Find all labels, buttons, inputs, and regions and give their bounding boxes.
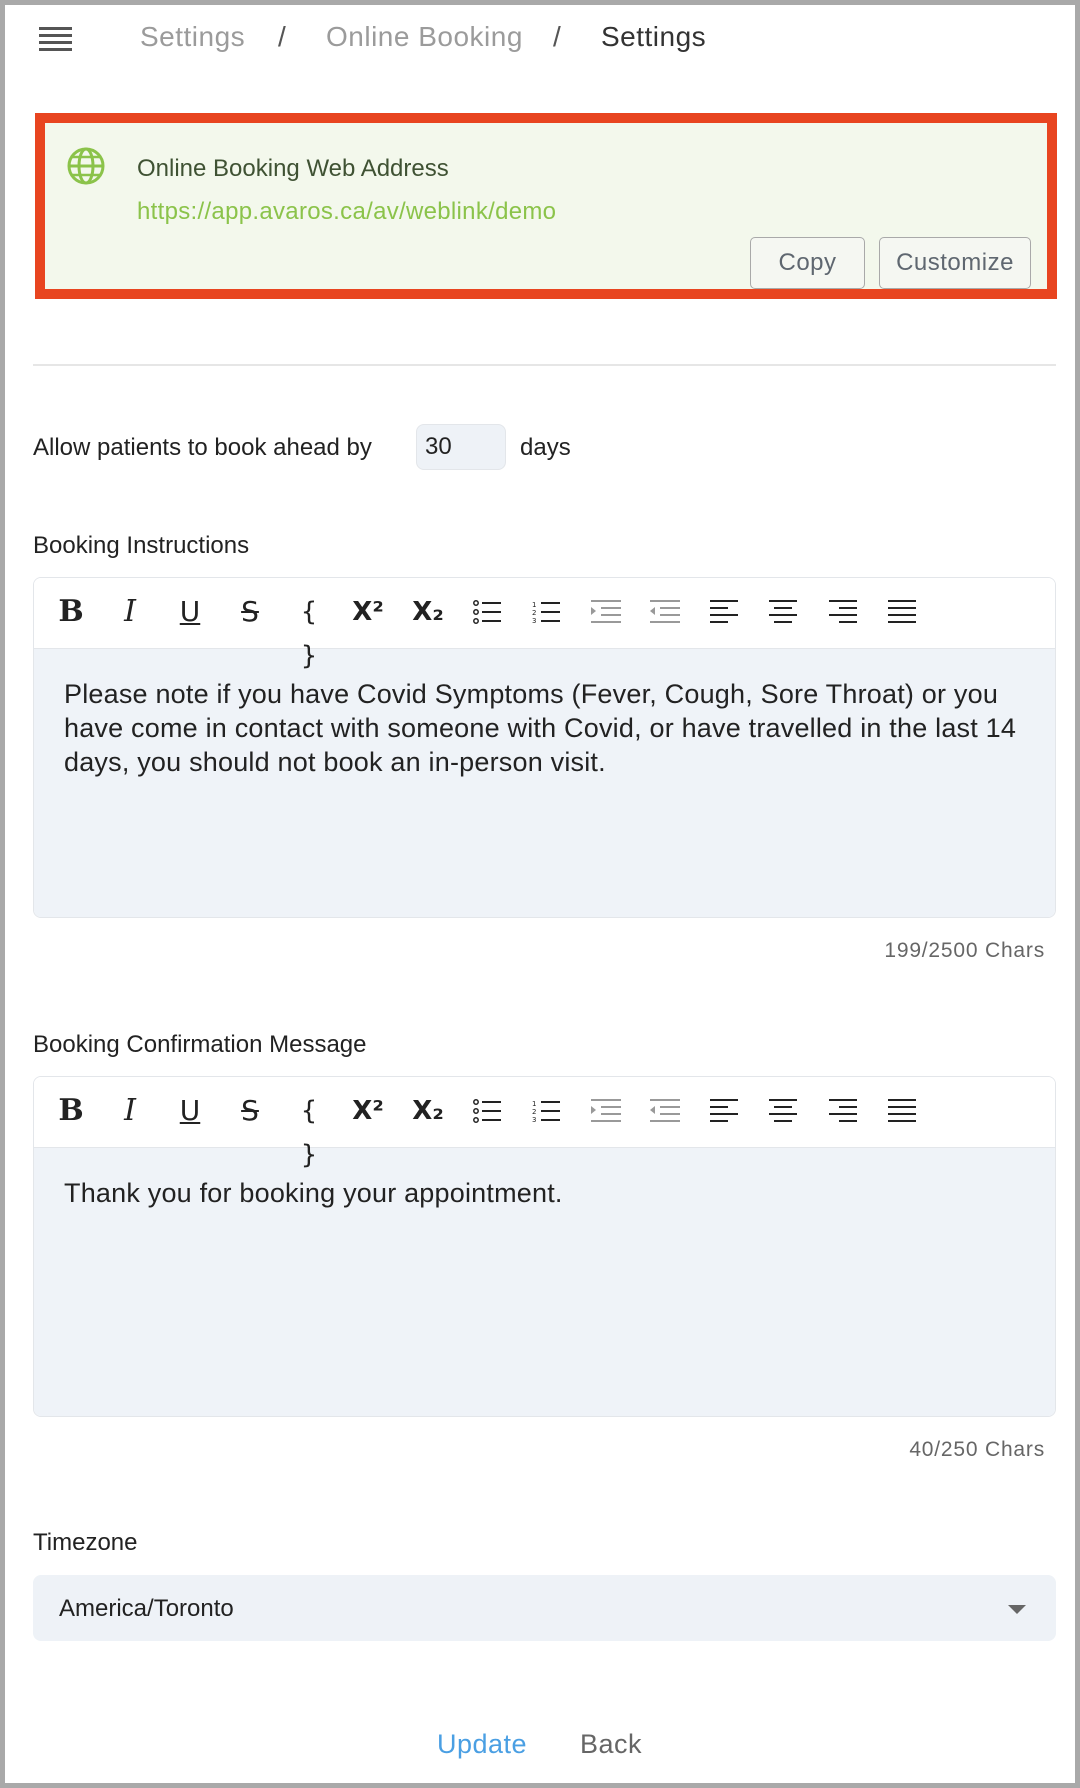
update-button[interactable]: Update (437, 1729, 527, 1760)
web-address-panel: Online Booking Web Address https://app.a… (35, 113, 1057, 299)
superscript-button[interactable]: X² (348, 1089, 388, 1133)
editor-toolbar: B I U S { } X² X₂ 123 (34, 578, 1055, 671)
code-button[interactable]: { } (289, 590, 329, 671)
indent-icon[interactable] (586, 590, 626, 634)
breadcrumb-current-page: Settings (601, 21, 707, 52)
svg-text:2: 2 (532, 609, 536, 617)
timezone-select[interactable]: America/Toronto (33, 1575, 1056, 1641)
align-center-icon[interactable] (763, 1089, 803, 1133)
timezone-label: Timezone (33, 1529, 138, 1556)
italic-button[interactable]: I (110, 590, 150, 634)
divider (33, 364, 1056, 366)
align-justify-icon[interactable] (882, 1089, 922, 1133)
svg-text:3: 3 (532, 1116, 536, 1123)
booking-confirmation-label: Booking Confirmation Message (33, 1031, 367, 1058)
svg-text:3: 3 (532, 617, 536, 624)
globe-icon (67, 147, 105, 185)
customize-button[interactable]: Customize (879, 237, 1031, 289)
svg-text:2: 2 (532, 1108, 536, 1116)
breadcrumb-online-booking[interactable]: Online Booking (326, 21, 523, 53)
booking-instructions-text[interactable]: Please note if you have Covid Symptoms (… (34, 649, 1055, 917)
book-ahead-row: Allow patients to book ahead by days (33, 424, 733, 470)
web-address-url[interactable]: https://app.avaros.ca/av/weblink/demo (137, 198, 556, 226)
timezone-value: America/Toronto (59, 1595, 234, 1622)
align-right-icon[interactable] (823, 1089, 863, 1133)
italic-button[interactable]: I (110, 1089, 150, 1133)
breadcrumb-separator: / (553, 21, 562, 52)
subscript-button[interactable]: X₂ (408, 590, 448, 634)
numbered-list-icon[interactable]: 123 (526, 590, 566, 634)
underline-button[interactable]: U (170, 590, 210, 634)
booking-confirmation-char-counter: 40/250 Chars (909, 1438, 1045, 1461)
booking-instructions-char-counter: 199/2500 Chars (884, 939, 1045, 962)
strikethrough-button[interactable]: S (230, 590, 270, 634)
copy-button[interactable]: Copy (750, 237, 865, 289)
chevron-down-icon (1008, 1605, 1026, 1614)
bold-button[interactable]: B (51, 1089, 91, 1133)
align-left-icon[interactable] (704, 590, 744, 634)
web-address-title: Online Booking Web Address (137, 155, 449, 182)
bullet-list-icon[interactable] (467, 1089, 507, 1133)
bullet-list-icon[interactable] (467, 590, 507, 634)
editor-toolbar: B I U S { } X² X₂ 123 (34, 1077, 1055, 1170)
breadcrumb-settings[interactable]: Settings (140, 21, 245, 53)
bold-button[interactable]: B (51, 590, 91, 634)
align-justify-icon[interactable] (882, 590, 922, 634)
svg-text:1: 1 (532, 1100, 536, 1108)
booking-instructions-label: Booking Instructions (33, 532, 250, 559)
hamburger-menu-icon[interactable] (39, 27, 72, 51)
outdent-icon[interactable] (645, 590, 685, 634)
numbered-list-icon[interactable]: 123 (526, 1089, 566, 1133)
superscript-button[interactable]: X² (348, 590, 388, 634)
app-frame: Settings / Online Booking / Settings Onl… (0, 0, 1080, 1788)
header: Settings / Online Booking / Settings (5, 5, 1080, 75)
breadcrumb-separator: / (278, 21, 287, 52)
book-ahead-label: Allow patients to book ahead by (33, 434, 372, 461)
outdent-icon[interactable] (645, 1089, 685, 1133)
book-ahead-days-input[interactable] (416, 424, 506, 470)
book-ahead-unit: days (520, 434, 571, 461)
booking-confirmation-text[interactable]: Thank you for booking your appointment. (34, 1148, 1055, 1416)
underline-button[interactable]: U (170, 1089, 210, 1133)
align-center-icon[interactable] (763, 590, 803, 634)
subscript-button[interactable]: X₂ (408, 1089, 448, 1133)
booking-instructions-editor: B I U S { } X² X₂ 123 Please note if you… (33, 577, 1056, 918)
align-right-icon[interactable] (823, 590, 863, 634)
booking-confirmation-editor: B I U S { } X² X₂ 123 Thank you for book… (33, 1076, 1056, 1417)
indent-icon[interactable] (586, 1089, 626, 1133)
back-button[interactable]: Back (580, 1729, 642, 1760)
strikethrough-button[interactable]: S (230, 1089, 270, 1133)
align-left-icon[interactable] (704, 1089, 744, 1133)
code-button[interactable]: { } (289, 1089, 329, 1170)
svg-text:1: 1 (532, 601, 536, 609)
